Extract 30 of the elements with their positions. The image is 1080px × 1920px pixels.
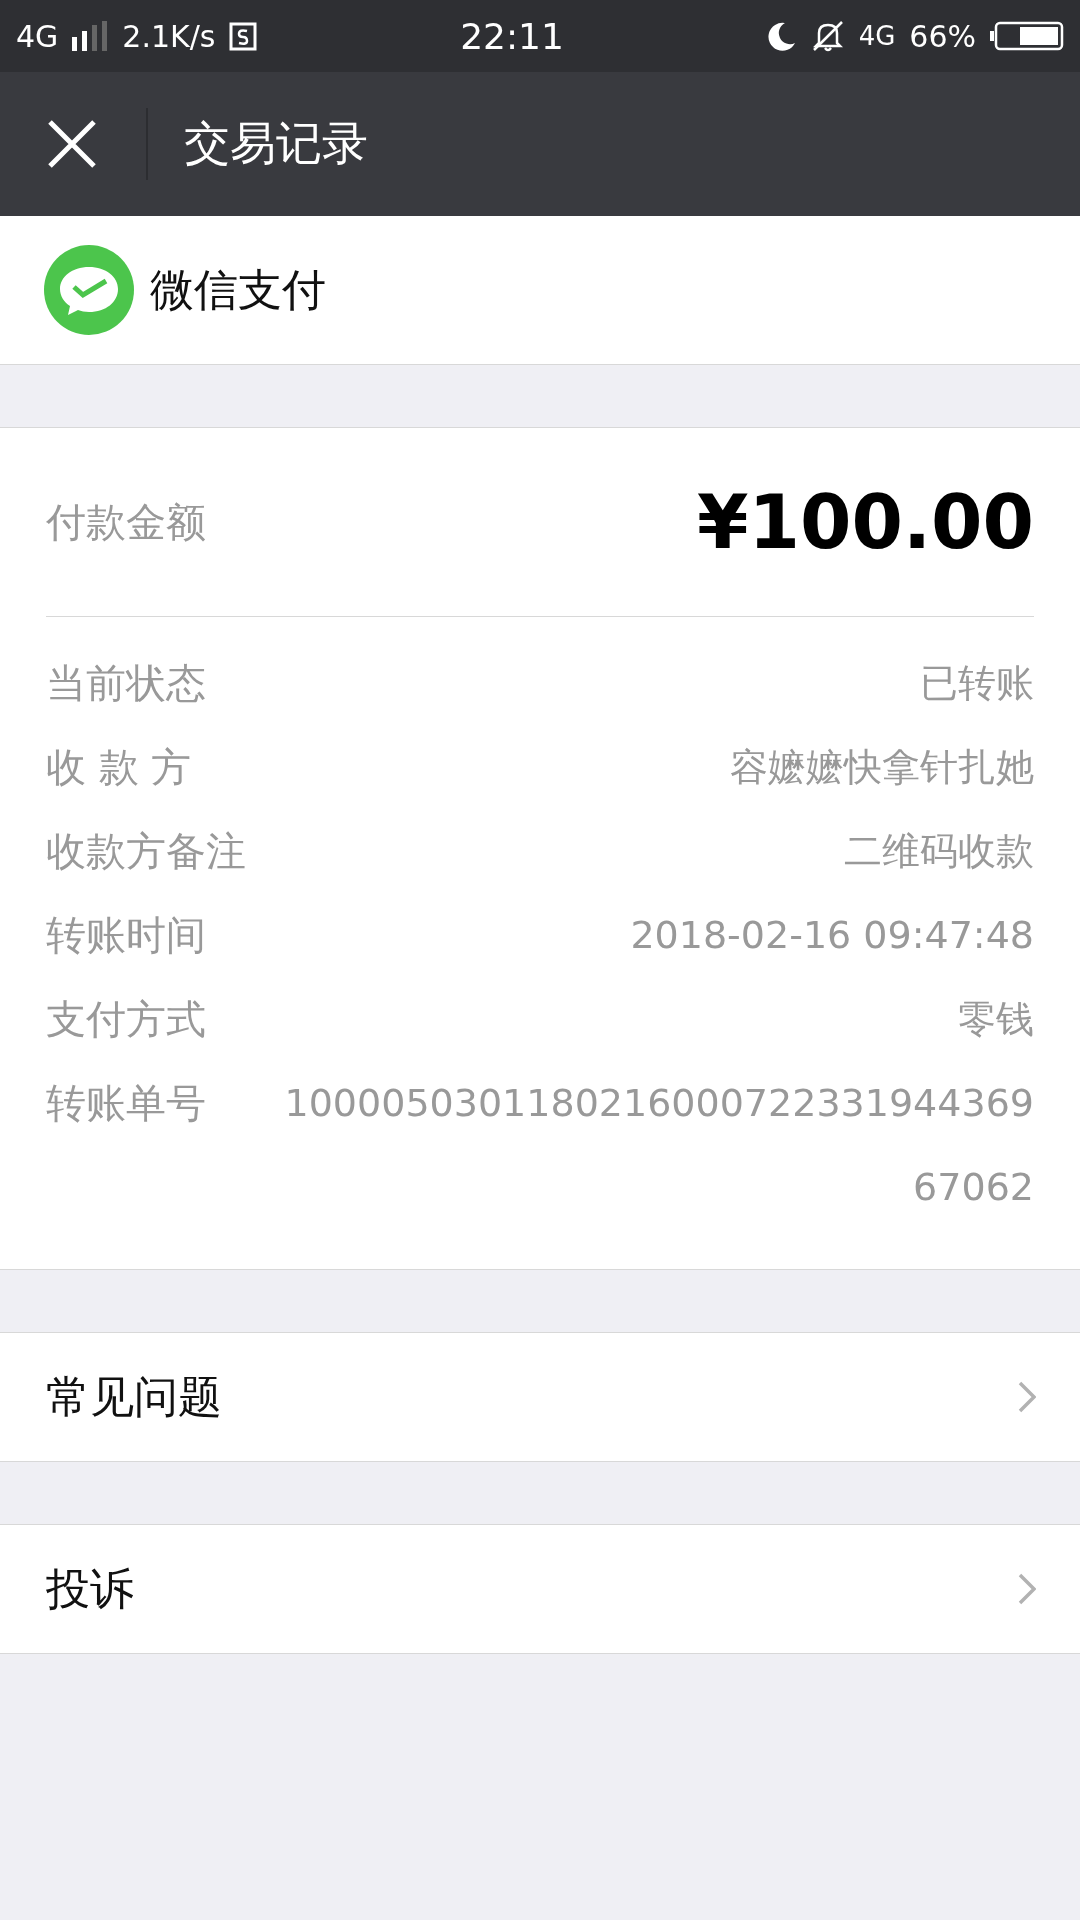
network-speed: 2.1K/s — [122, 18, 216, 54]
detail-value: 二维码收款 — [844, 828, 1034, 875]
chevron-icon — [1018, 1381, 1036, 1413]
detail-label: 转账时间 — [46, 911, 206, 960]
detail-label: 转账单号 — [46, 1079, 206, 1128]
clock: 22:11 — [460, 15, 564, 57]
detail-value: 容嬷嬷快拿针扎她 — [730, 744, 1034, 791]
wechat-pay-logo-icon — [44, 245, 134, 335]
menu-link[interactable]: 投诉 — [0, 1524, 1080, 1654]
amount-label: 付款金额 — [46, 497, 206, 547]
battery-icon — [990, 21, 1064, 51]
detail-value: 已转账 — [920, 660, 1034, 707]
detail-value: 2018-02-16 09:47:48 — [630, 912, 1034, 959]
header-title: 交易记录 — [184, 115, 368, 172]
chevron-icon — [1018, 1573, 1036, 1605]
detail-label: 支付方式 — [46, 995, 206, 1044]
brand-name: 微信支付 — [150, 262, 326, 317]
detail-label: 当前状态 — [46, 659, 206, 708]
network-label: 4G — [16, 18, 59, 54]
network-label: 4G — [858, 21, 896, 51]
detail-label: 收 款 方 — [46, 743, 192, 792]
menu-link[interactable]: 常见问题 — [0, 1332, 1080, 1462]
moon-icon — [766, 21, 797, 51]
detail-value: 零钱 — [958, 996, 1034, 1043]
amount-value: ¥100.00 — [696, 479, 1034, 565]
signal-icon — [72, 21, 109, 51]
detail-label: 收款方备注 — [46, 827, 246, 876]
app-notification-icon — [229, 21, 258, 51]
detail-value: 100005030118021600072233194436967062 — [283, 1080, 1034, 1211]
battery-percent: 66% — [909, 18, 976, 54]
